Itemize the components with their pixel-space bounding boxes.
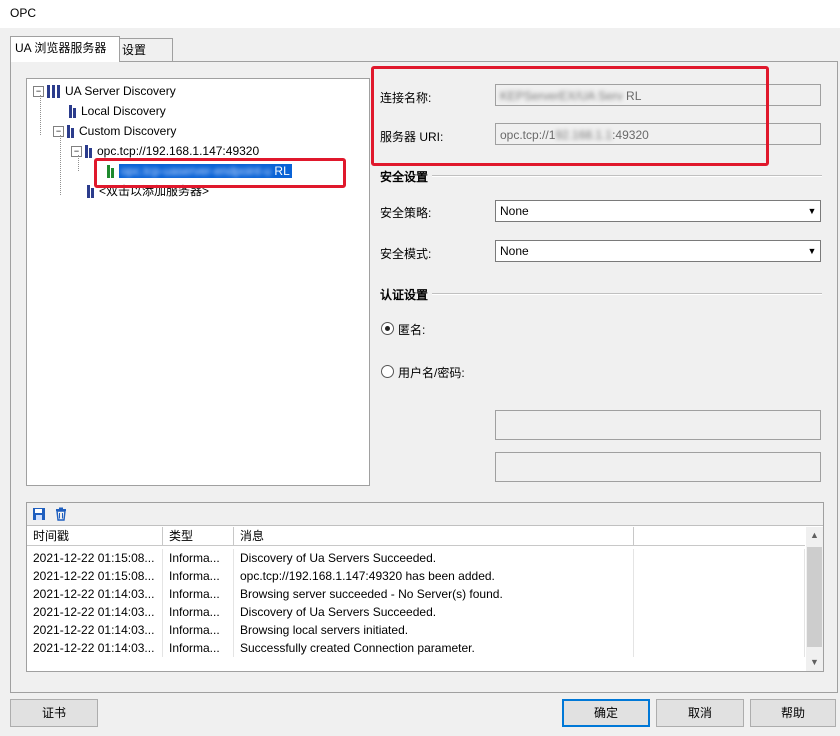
tree-label-local: Local Discovery [81,104,166,118]
log-table-header: 时间戳 类型 消息 [27,527,805,546]
divider [432,293,822,295]
column-header-timestamp[interactable]: 时间戳 [27,527,163,545]
tree-label-custom: Custom Discovery [79,124,177,138]
cell-timestamp: 2021-12-22 01:14:03... [27,621,163,639]
log-scrollbar[interactable]: ▲ ▼ [806,527,823,671]
column-header-message[interactable]: 消息 [234,527,634,545]
password-field[interactable] [495,452,821,482]
highlight-box-connection [371,66,769,166]
server-icon [67,125,75,139]
tree-node-custom[interactable]: − Custom Discovery [53,122,176,140]
log-panel: 时间戳 类型 消息 2021-12-22 01:15:08... Informa.… [26,502,824,672]
cell-empty [634,639,805,657]
title-bar: OPC [0,0,840,28]
cell-empty [634,603,805,621]
server-icon [87,185,95,199]
tree-label-endpoint: opc.tcp://192.168.1.147:49320 [97,144,260,158]
server-icon [69,105,77,119]
scroll-down-icon[interactable]: ▼ [806,654,823,671]
table-row[interactable]: 2021-12-22 01:14:03... Informa... Successf… [27,639,805,657]
cell-type: Informa... [163,585,234,603]
trash-icon[interactable] [54,507,68,521]
scroll-up-icon[interactable]: ▲ [806,527,823,544]
table-row[interactable]: 2021-12-22 01:15:08... Informa... Discover… [27,549,805,567]
help-button[interactable]: 帮助 [750,699,836,727]
username-field[interactable] [495,410,821,440]
userpass-radio[interactable] [381,365,394,378]
tree-connector [60,135,61,195]
security-policy-select[interactable]: None ▼ [495,200,821,222]
cell-empty [634,549,805,567]
server-group-icon [47,85,61,99]
chevron-down-icon[interactable]: ▼ [804,201,820,221]
certificate-button[interactable]: 证书 [10,699,98,727]
cell-type: Informa... [163,567,234,585]
log-toolbar [27,503,823,526]
cell-timestamp: 2021-12-22 01:15:08... [27,549,163,567]
security-section-title: 安全设置 [380,170,429,184]
security-policy-label: 安全策略: [380,206,432,220]
window-title: OPC [10,6,37,20]
tree-connector [78,155,79,171]
cell-timestamp: 2021-12-22 01:14:03... [27,585,163,603]
save-icon[interactable] [32,507,46,521]
cell-message: opc.tcp://192.168.1.147:49320 has been a… [234,567,634,585]
server-tree[interactable]: − UA Server Discovery Local Discovery − Cu… [26,78,370,486]
table-row[interactable]: 2021-12-22 01:14:03... Informa... Discover… [27,603,805,621]
tree-node-local[interactable]: Local Discovery [69,102,166,120]
cell-empty [634,585,805,603]
cell-message: Discovery of Ua Servers Succeeded. [234,549,634,567]
column-header-empty [634,527,805,545]
tree-connector [40,95,41,135]
cell-empty [634,621,805,639]
cell-empty [634,567,805,585]
ok-button[interactable]: 确定 [562,699,650,727]
collapse-icon[interactable]: − [33,86,44,98]
column-header-type[interactable]: 类型 [163,527,234,545]
cell-type: Informa... [163,639,234,657]
security-mode-label: 安全模式: [380,247,432,261]
tab-settings[interactable]: 设置 [117,38,173,61]
cell-message: Discovery of Ua Servers Succeeded. [234,603,634,621]
security-mode-select[interactable]: None ▼ [495,240,821,262]
anonymous-radio[interactable] [381,322,394,335]
auth-section-title: 认证设置 [380,288,429,302]
cell-type: Informa... [163,549,234,567]
divider [432,175,822,177]
table-row[interactable]: 2021-12-22 01:15:08... Informa... opc.tcp:… [27,567,805,585]
tree-label-root: UA Server Discovery [65,84,176,98]
userpass-label: 用户名/密码: [398,366,465,380]
anonymous-label: 匿名: [398,323,426,337]
cell-timestamp: 2021-12-22 01:15:08... [27,567,163,585]
table-row[interactable]: 2021-12-22 01:14:03... Informa... Browsing… [27,621,805,639]
cell-timestamp: 2021-12-22 01:14:03... [27,603,163,621]
collapse-icon[interactable]: − [71,146,82,158]
server-icon [85,145,93,159]
cell-message: Browsing local servers initiated. [234,621,634,639]
cell-message: Successfully created Connection paramete… [234,639,634,657]
cell-type: Informa... [163,621,234,639]
chevron-down-icon[interactable]: ▼ [804,241,820,261]
cell-timestamp: 2021-12-22 01:14:03... [27,639,163,657]
table-row[interactable]: 2021-12-22 01:14:03... Informa... Browsing… [27,585,805,603]
cancel-button[interactable]: 取消 [656,699,744,727]
cell-message: Browsing server succeeded - No Server(s)… [234,585,634,603]
tab-ua-browser[interactable]: UA 浏览器服务器 [10,36,120,62]
collapse-icon[interactable]: − [53,126,64,138]
scroll-thumb[interactable] [807,547,822,647]
cell-type: Informa... [163,603,234,621]
highlight-box-tree [94,158,346,188]
tree-node-root[interactable]: − UA Server Discovery [33,82,176,100]
